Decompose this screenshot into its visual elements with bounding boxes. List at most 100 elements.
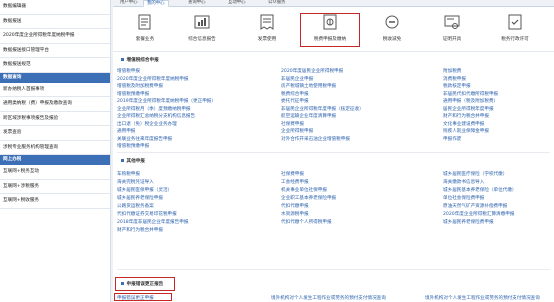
sidebar-item[interactable]: 新办纳税人首报事项 xyxy=(0,83,110,97)
menu-link[interactable]: 海关缴款书信息导入 xyxy=(443,179,484,185)
menu-link[interactable]: 代扣代缴申报 xyxy=(281,203,309,209)
menu-link[interactable]: 残疾人就业保障金申报 xyxy=(443,128,489,134)
menu-link[interactable]: 税费综合申报 xyxy=(281,91,309,97)
menu-link[interactable]: 2019年度企业所得税年度纳税申报（更正申报） xyxy=(117,98,216,104)
menu-link[interactable]: 关联业务往来年度报告申报 xyxy=(117,136,172,142)
certificate-button[interactable]: 证明开具 xyxy=(425,13,479,42)
tab-public-service[interactable]: 公众服务 xyxy=(265,0,289,7)
menu-link[interactable]: 非居民企业所得税年度申报（核定征收） xyxy=(281,106,364,112)
function-icon-row: 套餐业务 综合信息报告 发票使用 税费申报及缴纳 税收减免 证明开具 税务行政许… xyxy=(113,7,554,52)
sidebar-item[interactable]: 通用类纳税（费）申报及缴款查询 xyxy=(0,97,110,112)
menu-link[interactable]: 居民企业所得税年度申报 xyxy=(443,106,494,112)
menu-link[interactable]: 原油天然气矿产资源补偿费申报 xyxy=(443,203,507,209)
sidebar-item[interactable]: 互联网+税收服务 xyxy=(0,194,110,209)
menu-link[interactable]: 增值税预缴申报 xyxy=(117,143,149,149)
menu-link[interactable]: 2020年度企业所得税汇算清缴申报 xyxy=(443,211,514,217)
tab-my-center[interactable]: 我的中心 xyxy=(143,0,169,7)
sidebar: 数据编辑器 数据报送 2020年度企业所得税年度纳税申报 数据报送接口管理平台 数据报送… xyxy=(0,0,111,302)
menu-link[interactable]: 社保费申报 xyxy=(281,171,304,177)
overseas-payment-link-2[interactable]: 境外机构对个人发生工程作业或劳务的预付支付情况查询 xyxy=(425,295,540,301)
menu-link[interactable]: 城乡居民养老保险费申报 xyxy=(443,219,494,225)
menu-link[interactable]: 海关完税凭证导入 xyxy=(117,179,154,185)
package-business-label: 套餐业务 xyxy=(135,37,155,42)
menu-link[interactable]: 增值税预缴申报 xyxy=(117,91,149,97)
sidebar-item[interactable]: 数据报送接口管理平台 xyxy=(0,44,110,58)
menu-link[interactable]: 企业职工基本养老保险申报 xyxy=(281,195,336,201)
menu-link[interactable]: 非居民代扣代缴所得税申报 xyxy=(443,91,498,97)
certificate-icon xyxy=(443,13,461,31)
divider xyxy=(117,269,550,270)
tax-reduction-button[interactable]: 税收减免 xyxy=(365,13,419,42)
menu-link[interactable]: 对外合作开采石油企业增值税申报 xyxy=(281,136,350,142)
certificate-label: 证明开具 xyxy=(442,37,462,42)
menu-link[interactable]: 非居民企业申报 xyxy=(281,76,313,82)
menu-link[interactable]: 社保费申报 xyxy=(281,121,304,127)
sidebar-header-query: 数据查询 xyxy=(0,72,110,83)
menu-link[interactable]: 申报作废 xyxy=(443,136,461,142)
menu-link[interactable]: 通用申报（税及附加税费） xyxy=(443,98,498,104)
menu-link[interactable]: 增值税及附加税费申报 xyxy=(117,83,163,89)
tab-interaction-center[interactable]: 互动中心 xyxy=(225,0,249,7)
sidebar-item[interactable]: 数据报送规范 xyxy=(0,58,110,73)
sidebar-item[interactable]: 数据编辑器 xyxy=(0,0,110,15)
menu-link[interactable]: 城乡居民医保申报（灵活） xyxy=(117,187,172,193)
menu-link[interactable]: 2018年度非居民企业年度报告申报 xyxy=(117,219,188,225)
reduction-icon xyxy=(383,13,401,31)
menu-link[interactable]: 车购税申报 xyxy=(117,171,140,177)
highlight-correction-title xyxy=(115,277,175,291)
report-icon xyxy=(193,13,211,31)
menu-link[interactable]: 城乡居民基本养老保险（单位代缴） xyxy=(443,187,517,193)
comprehensive-report-label: 综合信息报告 xyxy=(188,37,216,42)
menu-link[interactable]: 机关事业单位社保申报 xyxy=(281,187,327,193)
menu-link[interactable]: 附加税费 xyxy=(443,68,461,74)
menu-link[interactable]: 航空运输企业年度清算申报 xyxy=(281,113,336,119)
menu-link[interactable]: 出口退（免）税企业业务办理 xyxy=(117,121,177,127)
sidebar-item[interactable]: 互联网+税务互动 xyxy=(0,165,110,180)
menu-link[interactable]: 代扣代缴个人所得税申报 xyxy=(281,219,332,225)
top-tab-bar: 用户中心 我的中心 查询中心 互动中心 公众服务 xyxy=(113,0,554,7)
tax-reduction-label: 税收减免 xyxy=(382,37,402,42)
menu-link[interactable]: 2020年度居民企业所得税申报 xyxy=(281,68,343,74)
menu-link[interactable]: 委托代征申报 xyxy=(281,98,309,104)
admin-license-label: 税务行政许可 xyxy=(501,37,529,42)
menu-link[interactable]: 单位社会保险费申报 xyxy=(443,195,484,201)
doc-icon xyxy=(136,13,154,31)
menu-link[interactable]: 企业所得税汇总纳税分支机构信息报告 xyxy=(117,113,195,119)
section-marker-icon xyxy=(121,159,124,162)
license-icon xyxy=(506,13,524,31)
menu-link[interactable]: 城乡居民医疗保险（学校代缴） xyxy=(443,171,507,177)
sidebar-item[interactable]: 互联网+涉税服务 xyxy=(0,180,110,194)
menu-link[interactable]: 税款核定申报 xyxy=(443,83,471,89)
sidebar-item[interactable]: 涉税专业服务机构管理查询 xyxy=(0,141,110,155)
tab-user-center[interactable]: 用户中心 xyxy=(117,0,141,7)
menu-link[interactable]: 财产和行为税合并申报 xyxy=(443,113,489,119)
menu-link[interactable]: 公路货运税务备案 xyxy=(117,203,154,209)
highlight-tax-filing xyxy=(300,13,360,47)
menu-link[interactable]: 文化事业建设费申报 xyxy=(443,121,484,127)
menu-link[interactable]: 水资源税申报 xyxy=(281,211,309,217)
invoice-use-button[interactable]: 发票使用 xyxy=(240,13,294,42)
menu-link[interactable]: 代扣代缴证券交易印花税申报 xyxy=(117,211,177,217)
tab-query-center[interactable]: 查询中心 xyxy=(185,0,209,7)
package-business-button[interactable]: 套餐业务 xyxy=(118,13,172,42)
section-vat-title: 增值税综合申报 xyxy=(121,57,159,63)
menu-link[interactable]: 财产和行为税合并申报 xyxy=(117,227,163,233)
comprehensive-report-button[interactable]: 综合信息报告 xyxy=(175,13,229,42)
sidebar-item[interactable]: 发票查验 xyxy=(0,126,110,141)
sidebar-item[interactable]: 2020年度企业所得税年度纳税申报 xyxy=(0,29,110,44)
menu-link[interactable]: 城乡居民养老保险申报 xyxy=(117,195,163,201)
menu-link[interactable]: 工会经费申报 xyxy=(281,179,309,185)
menu-link[interactable]: 企业所得税申报 xyxy=(281,128,313,134)
menu-link[interactable]: 2020年度企业所得税年度纳税申报 xyxy=(117,76,188,82)
menu-link[interactable]: 通用申报 xyxy=(117,128,135,134)
menu-link[interactable]: 消费税申报 xyxy=(443,76,466,82)
sidebar-item[interactable]: 跨区域涉税事项报告及报验 xyxy=(0,112,110,126)
divider xyxy=(117,152,550,153)
admin-license-button[interactable]: 税务行政许可 xyxy=(488,13,542,42)
sidebar-item[interactable]: 数据报送 xyxy=(0,15,110,29)
menu-link[interactable]: 企业所得税月（季）度预缴纳税申报 xyxy=(117,106,191,112)
overseas-payment-link[interactable]: 境外机构对个人发生工程作业或劳务的预付支付情况查询 xyxy=(271,295,386,301)
menu-link[interactable]: 房产税城镇土地使用税申报 xyxy=(281,83,336,89)
section-marker-icon xyxy=(121,58,124,61)
menu-link[interactable]: 增值税申报 xyxy=(117,68,140,74)
